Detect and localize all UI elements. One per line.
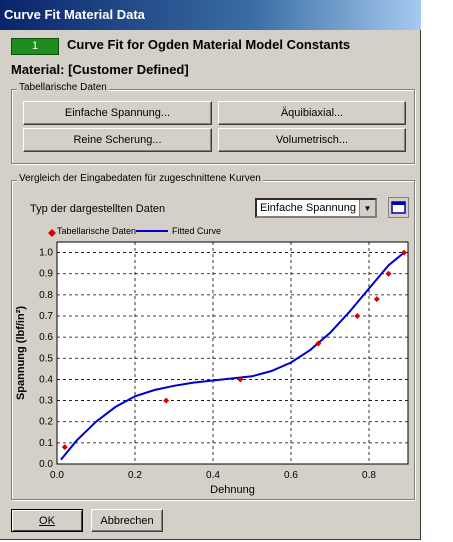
x-tick-label: 0.6 bbox=[284, 470, 298, 481]
y-axis-label: Spannung (lbf/in²) bbox=[15, 306, 27, 400]
y-tick-label: 0.5 bbox=[39, 353, 53, 364]
biaxial-button[interactable]: Äquibiaxial... bbox=[218, 101, 406, 125]
y-tick-label: 0.4 bbox=[39, 374, 53, 385]
maximize-chart-button[interactable] bbox=[388, 197, 409, 218]
x-tick-label: 0.0 bbox=[50, 470, 64, 481]
data-type-select[interactable]: Einfache Spannung ▼ bbox=[255, 198, 377, 218]
ok-button-label: OK bbox=[39, 514, 55, 527]
y-tick-label: 0.7 bbox=[39, 311, 53, 322]
data-type-label: Typ der dargestellten Daten bbox=[30, 203, 166, 215]
legend-label-fitted: Fitted Curve bbox=[172, 226, 221, 236]
x-axis-label: Dehnung bbox=[210, 484, 255, 496]
y-tick-label: 0.6 bbox=[39, 332, 53, 343]
chart-legend: Tabellarische Daten Fitted Curve bbox=[48, 226, 221, 237]
maximize-icon bbox=[391, 201, 406, 214]
data-type-select-value: Einfache Spannung bbox=[260, 202, 357, 214]
y-tick-label: 0.1 bbox=[39, 438, 53, 449]
comparison-group-label: Vergleich der Eingabedaten für zugeschni… bbox=[17, 173, 263, 184]
model-number-badge: 1 bbox=[11, 38, 59, 55]
legend-marker-tabular bbox=[48, 229, 56, 237]
x-tick-label: 0.8 bbox=[362, 470, 376, 481]
y-tick-label: 1.0 bbox=[39, 248, 53, 259]
y-tick-label: 0.0 bbox=[39, 459, 53, 470]
page-title: Curve Fit for Ogden Material Model Const… bbox=[67, 37, 351, 52]
y-tick-label: 0.3 bbox=[39, 396, 53, 407]
x-tick-label: 0.2 bbox=[128, 470, 142, 481]
ok-button[interactable]: OK bbox=[11, 509, 83, 532]
curve-fit-chart: Tabellarische Daten Fitted Curve 0.0 0.1 0… bbox=[15, 226, 409, 496]
legend-label-tabular: Tabellarische Daten bbox=[57, 226, 136, 236]
dialog-window: Curve Fit Material Data 1 Curve Fit for … bbox=[0, 0, 421, 540]
plot-area bbox=[56, 241, 409, 465]
x-tick-label: 0.4 bbox=[206, 470, 220, 481]
y-tick-label: 0.2 bbox=[39, 417, 53, 428]
y-tick-label: 0.8 bbox=[39, 290, 53, 301]
shear-button[interactable]: Reine Scherung... bbox=[23, 128, 212, 152]
uniaxial-button[interactable]: Einfache Spannung... bbox=[23, 101, 212, 125]
cancel-button[interactable]: Abbrechen bbox=[91, 509, 163, 532]
chevron-down-icon[interactable]: ▼ bbox=[359, 200, 375, 216]
material-label: Material: [Customer Defined] bbox=[11, 62, 189, 77]
volumetric-button[interactable]: Volumetrisch... bbox=[218, 128, 406, 152]
title-bar[interactable]: Curve Fit Material Data bbox=[0, 0, 421, 30]
tabular-data-group-label: Tabellarische Daten bbox=[17, 82, 109, 93]
y-tick-label: 0.9 bbox=[39, 269, 53, 280]
